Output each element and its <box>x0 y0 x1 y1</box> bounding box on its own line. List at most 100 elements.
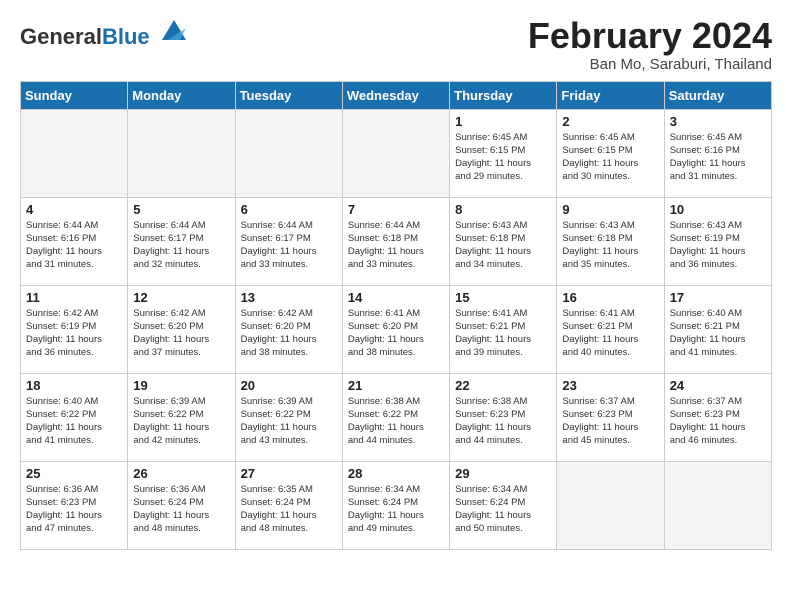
day-info: Sunrise: 6:45 AM Sunset: 6:16 PM Dayligh… <box>670 131 766 184</box>
day-cell: 9 Sunrise: 6:43 AM Sunset: 6:18 PM Daylig… <box>557 197 664 285</box>
day-number: 26 <box>133 466 229 481</box>
day-cell <box>128 109 235 197</box>
day-header-thursday: Thursday <box>450 81 557 109</box>
day-header-saturday: Saturday <box>664 81 771 109</box>
calendar-table: SundayMondayTuesdayWednesdayThursdayFrid… <box>20 81 772 550</box>
day-info: Sunrise: 6:45 AM Sunset: 6:15 PM Dayligh… <box>562 131 658 184</box>
day-info: Sunrise: 6:43 AM Sunset: 6:19 PM Dayligh… <box>670 219 766 272</box>
day-cell: 1 Sunrise: 6:45 AM Sunset: 6:15 PM Daylig… <box>450 109 557 197</box>
day-info: Sunrise: 6:45 AM Sunset: 6:15 PM Dayligh… <box>455 131 551 184</box>
day-info: Sunrise: 6:43 AM Sunset: 6:18 PM Dayligh… <box>455 219 551 272</box>
week-row-3: 11Sunrise: 6:42 AM Sunset: 6:19 PM Dayli… <box>21 285 772 373</box>
day-info: Sunrise: 6:41 AM Sunset: 6:21 PM Dayligh… <box>455 307 551 360</box>
day-info: Sunrise: 6:42 AM Sunset: 6:20 PM Dayligh… <box>241 307 337 360</box>
day-info: Sunrise: 6:34 AM Sunset: 6:24 PM Dayligh… <box>455 483 551 536</box>
day-info: Sunrise: 6:36 AM Sunset: 6:24 PM Dayligh… <box>133 483 229 536</box>
day-info: Sunrise: 6:44 AM Sunset: 6:16 PM Dayligh… <box>26 219 122 272</box>
day-cell: 19 Sunrise: 6:39 AM Sunset: 6:22 PM Dayli… <box>128 373 235 461</box>
day-cell: 2 Sunrise: 6:45 AM Sunset: 6:15 PM Daylig… <box>557 109 664 197</box>
day-info: Sunrise: 6:40 AM Sunset: 6:22 PM Dayligh… <box>26 395 122 448</box>
week-row-1: 1 Sunrise: 6:45 AM Sunset: 6:15 PM Daylig… <box>21 109 772 197</box>
day-number: 20 <box>241 378 337 393</box>
day-number: 19 <box>133 378 229 393</box>
location: Ban Mo, Saraburi, Thailand <box>528 56 772 73</box>
day-info: Sunrise: 6:34 AM Sunset: 6:24 PM Dayligh… <box>348 483 444 536</box>
day-number: 8 <box>455 202 551 217</box>
day-number: 12 <box>133 290 229 305</box>
day-cell: 24 Sunrise: 6:37 AM Sunset: 6:23 PM Dayli… <box>664 373 771 461</box>
day-cell: 12 Sunrise: 6:42 AM Sunset: 6:20 PM Dayli… <box>128 285 235 373</box>
day-cell: 26 Sunrise: 6:36 AM Sunset: 6:24 PM Dayli… <box>128 461 235 549</box>
logo: GeneralBlue <box>20 16 190 49</box>
day-number: 2 <box>562 114 658 129</box>
day-number: 14 <box>348 290 444 305</box>
day-cell: 7Sunrise: 6:44 AM Sunset: 6:18 PM Daylig… <box>342 197 449 285</box>
day-cell: 25Sunrise: 6:36 AM Sunset: 6:23 PM Dayli… <box>21 461 128 549</box>
day-info: Sunrise: 6:38 AM Sunset: 6:23 PM Dayligh… <box>455 395 551 448</box>
day-info: Sunrise: 6:42 AM Sunset: 6:20 PM Dayligh… <box>133 307 229 360</box>
day-info: Sunrise: 6:37 AM Sunset: 6:23 PM Dayligh… <box>562 395 658 448</box>
title-block: February 2024 Ban Mo, Saraburi, Thailand <box>528 16 772 73</box>
day-number: 5 <box>133 202 229 217</box>
day-number: 28 <box>348 466 444 481</box>
day-cell: 3 Sunrise: 6:45 AM Sunset: 6:16 PM Daylig… <box>664 109 771 197</box>
day-cell: 17 Sunrise: 6:40 AM Sunset: 6:21 PM Dayli… <box>664 285 771 373</box>
day-info: Sunrise: 6:44 AM Sunset: 6:18 PM Dayligh… <box>348 219 444 272</box>
day-number: 13 <box>241 290 337 305</box>
day-number: 3 <box>670 114 766 129</box>
week-row-5: 25Sunrise: 6:36 AM Sunset: 6:23 PM Dayli… <box>21 461 772 549</box>
day-info: Sunrise: 6:37 AM Sunset: 6:23 PM Dayligh… <box>670 395 766 448</box>
page: GeneralBlue February 2024 Ban Mo, Sarabu… <box>0 0 792 560</box>
day-cell: 8 Sunrise: 6:43 AM Sunset: 6:18 PM Daylig… <box>450 197 557 285</box>
day-cell: 11Sunrise: 6:42 AM Sunset: 6:19 PM Dayli… <box>21 285 128 373</box>
day-cell: 28 Sunrise: 6:34 AM Sunset: 6:24 PM Dayli… <box>342 461 449 549</box>
day-number: 10 <box>670 202 766 217</box>
day-info: Sunrise: 6:41 AM Sunset: 6:21 PM Dayligh… <box>562 307 658 360</box>
month-year: February 2024 <box>528 16 772 56</box>
day-number: 4 <box>26 202 122 217</box>
day-cell <box>342 109 449 197</box>
day-info: Sunrise: 6:41 AM Sunset: 6:20 PM Dayligh… <box>348 307 444 360</box>
day-number: 6 <box>241 202 337 217</box>
day-cell: 14 Sunrise: 6:41 AM Sunset: 6:20 PM Dayli… <box>342 285 449 373</box>
day-info: Sunrise: 6:39 AM Sunset: 6:22 PM Dayligh… <box>133 395 229 448</box>
day-cell: 16Sunrise: 6:41 AM Sunset: 6:21 PM Dayli… <box>557 285 664 373</box>
day-number: 27 <box>241 466 337 481</box>
logo-general-text: General <box>20 24 102 49</box>
day-number: 15 <box>455 290 551 305</box>
day-number: 23 <box>562 378 658 393</box>
day-cell: 22 Sunrise: 6:38 AM Sunset: 6:23 PM Dayli… <box>450 373 557 461</box>
day-info: Sunrise: 6:40 AM Sunset: 6:21 PM Dayligh… <box>670 307 766 360</box>
day-cell <box>235 109 342 197</box>
day-header-tuesday: Tuesday <box>235 81 342 109</box>
day-number: 29 <box>455 466 551 481</box>
day-cell: 5Sunrise: 6:44 AM Sunset: 6:17 PM Daylig… <box>128 197 235 285</box>
day-info: Sunrise: 6:43 AM Sunset: 6:18 PM Dayligh… <box>562 219 658 272</box>
day-info: Sunrise: 6:38 AM Sunset: 6:22 PM Dayligh… <box>348 395 444 448</box>
day-number: 17 <box>670 290 766 305</box>
day-cell: 23 Sunrise: 6:37 AM Sunset: 6:23 PM Dayli… <box>557 373 664 461</box>
day-header-monday: Monday <box>128 81 235 109</box>
day-info: Sunrise: 6:39 AM Sunset: 6:22 PM Dayligh… <box>241 395 337 448</box>
header-row: SundayMondayTuesdayWednesdayThursdayFrid… <box>21 81 772 109</box>
logo-blue-text: Blue <box>102 24 150 49</box>
day-cell <box>664 461 771 549</box>
day-header-wednesday: Wednesday <box>342 81 449 109</box>
day-number: 18 <box>26 378 122 393</box>
day-number: 1 <box>455 114 551 129</box>
day-cell <box>21 109 128 197</box>
day-number: 24 <box>670 378 766 393</box>
day-number: 25 <box>26 466 122 481</box>
day-info: Sunrise: 6:35 AM Sunset: 6:24 PM Dayligh… <box>241 483 337 536</box>
day-info: Sunrise: 6:44 AM Sunset: 6:17 PM Dayligh… <box>241 219 337 272</box>
day-cell: 13 Sunrise: 6:42 AM Sunset: 6:20 PM Dayli… <box>235 285 342 373</box>
day-header-sunday: Sunday <box>21 81 128 109</box>
day-cell: 10 Sunrise: 6:43 AM Sunset: 6:19 PM Dayli… <box>664 197 771 285</box>
week-row-4: 18 Sunrise: 6:40 AM Sunset: 6:22 PM Dayli… <box>21 373 772 461</box>
day-cell: 4 Sunrise: 6:44 AM Sunset: 6:16 PM Daylig… <box>21 197 128 285</box>
day-number: 22 <box>455 378 551 393</box>
day-cell <box>557 461 664 549</box>
day-number: 11 <box>26 290 122 305</box>
logo-icon <box>158 16 190 44</box>
day-number: 9 <box>562 202 658 217</box>
